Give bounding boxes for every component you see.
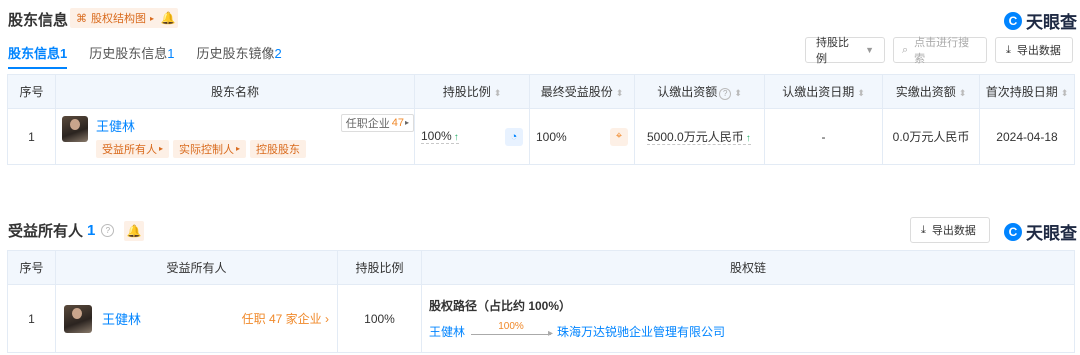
logo-mark-icon: C — [1004, 11, 1022, 30]
beneficial-owner-header: 受益所有人 1 ? 🔔 — [8, 220, 145, 241]
table-row: 1 王健林 任职 47 家企业 › 100% 股权路径（占比约 100%） 王健… — [7, 284, 1075, 353]
col-index: 序号 — [7, 250, 56, 285]
subscribed-value: 5000.0万元人民币 ↑ — [647, 130, 751, 145]
tab-history-shareholders[interactable]: 历史股东信息1 — [89, 43, 174, 68]
search-input[interactable]: ⌕ 点击进行搜索 — [893, 37, 987, 65]
chain-to-link[interactable]: 珠海万达锐驰企业管理有限公司 — [557, 323, 725, 340]
row-index: 1 — [7, 284, 56, 353]
help-icon[interactable]: ? — [101, 224, 115, 237]
target-icon[interactable]: ⌖ — [610, 127, 628, 146]
sort-icon: ⬍ — [857, 88, 865, 98]
tag-controlling-shareholder: 控股股东 — [250, 139, 307, 158]
structure-icon: ⌘ — [76, 12, 87, 25]
download-icon: ⤓ — [921, 223, 926, 236]
chevron-down-icon: ▼ — [865, 45, 874, 55]
first-date-value: 2024-04-18 — [979, 108, 1075, 165]
tab-shareholders[interactable]: 股东信息1 — [8, 43, 68, 69]
help-icon: ? — [719, 87, 732, 100]
beneficial-owner-table: 序号 受益所有人 持股比例 股权链 1 王健林 任职 47 家企业 › 100%… — [7, 250, 1075, 353]
subscribed-date-value: - — [764, 108, 883, 165]
avatar — [62, 115, 88, 142]
col-first-date[interactable]: 首次持股日期 ⬍ — [979, 74, 1075, 109]
export-button-2[interactable]: ⤓ 导出数据 — [910, 217, 990, 243]
col-ratio: 持股比例 — [337, 250, 422, 285]
tianyancha-logo: C 天眼查 — [1004, 8, 1077, 33]
tag-actual-controller[interactable]: 实际控制人 ▸ — [173, 139, 247, 158]
ratio-filter-dropdown[interactable]: 持股比例 ▼ — [805, 37, 885, 65]
table-header-row: 序号 股东名称 持股比例 ⬍ 最终受益股份 ⬍ 认缴出资额? ⬍ 认缴出资日期 ⬍ 实缴… — [7, 74, 1075, 109]
final-benefit-value: 100% — [536, 129, 567, 144]
col-index: 序号 — [7, 74, 56, 109]
download-icon: ⤓ — [1006, 43, 1011, 56]
tianyancha-logo-2: C 天眼查 — [1004, 219, 1077, 244]
col-beneficial-owner: 受益所有人 — [55, 250, 338, 285]
sort-icon: ⬍ — [958, 88, 967, 98]
tag-beneficial-owner[interactable]: 受益所有人 ▸ — [96, 139, 170, 158]
beneficial-owner-title: 受益所有人 — [8, 223, 84, 240]
col-paid[interactable]: 实缴出资额 ⬍ — [882, 74, 980, 109]
sort-icon: ⬍ — [1060, 88, 1069, 98]
tab-history-mirror[interactable]: 历史股东镜像2 — [197, 43, 282, 68]
shareholder-table: 序号 股东名称 持股比例 ⬍ 最终受益股份 ⬍ 认缴出资额? ⬍ 认缴出资日期 ⬍ 实缴… — [7, 74, 1075, 165]
equity-structure-button[interactable]: ⌘ 股权结构图 ▸ — [70, 8, 161, 28]
col-final-benefit[interactable]: 最终受益股份 ⬍ — [529, 74, 635, 109]
caret-right-icon: ▸ — [150, 13, 155, 23]
related-enterprises-badge[interactable]: 任职企业 47 ▸ — [340, 113, 414, 132]
beneficial-owner-count: 1 — [87, 222, 96, 239]
chain-from-link[interactable]: 王健林 — [429, 323, 465, 340]
path-title: 股权路径（占比约 100%） — [429, 299, 572, 313]
search-icon: ⌕ — [902, 43, 909, 56]
chain-percent: 100% — [498, 320, 524, 332]
pie-chart-icon[interactable]: ◔ — [505, 127, 523, 146]
owner-name-link[interactable]: 王健林 — [102, 309, 141, 328]
row-index: 1 — [7, 108, 56, 165]
bell-icon[interactable]: 🔔 — [158, 8, 178, 28]
shareholder-tabs: 股东信息1 历史股东信息1 历史股东镜像2 — [8, 43, 282, 69]
avatar — [64, 304, 92, 333]
col-shareholder-name: 股东名称 — [55, 74, 415, 109]
ratio-value: 100% — [337, 284, 422, 353]
bell-icon[interactable]: 🔔 — [124, 220, 145, 241]
arrow-up-icon: ↑ — [745, 133, 751, 144]
arrow-up-icon: ↑ — [453, 132, 459, 143]
shareholder-name-link[interactable]: 王健林 — [96, 116, 306, 135]
chevron-right-icon: › — [325, 312, 329, 326]
export-button[interactable]: ⤓ 导出数据 — [995, 37, 1073, 63]
job-count-link[interactable]: 任职 47 家企业 › — [242, 310, 329, 327]
logo-mark-icon: C — [1004, 222, 1022, 241]
sort-icon: ⬍ — [734, 88, 742, 98]
col-equity-chain: 股权链 — [421, 250, 1075, 285]
sort-icon: ⬍ — [493, 88, 502, 98]
shareholder-section-title: 股东信息 — [8, 12, 69, 29]
paid-value: 0.0万元人民币 — [882, 108, 980, 165]
table-row: 1 王健林 受益所有人 ▸ 实际控制人 ▸ 控股股东 任职企业 47 ▸ 100… — [7, 108, 1075, 165]
chain-arrow: ▸ 100% — [471, 321, 553, 339]
sort-icon: ⬍ — [615, 88, 624, 98]
col-share-ratio[interactable]: 持股比例 ⬍ — [414, 74, 530, 109]
col-subscribed-date[interactable]: 认缴出资日期 ⬍ — [764, 74, 883, 109]
table-header-row: 序号 受益所有人 持股比例 股权链 — [7, 250, 1075, 285]
share-ratio-value: 100% ↑ — [421, 129, 459, 144]
col-subscribed[interactable]: 认缴出资额? ⬍ — [634, 74, 765, 109]
